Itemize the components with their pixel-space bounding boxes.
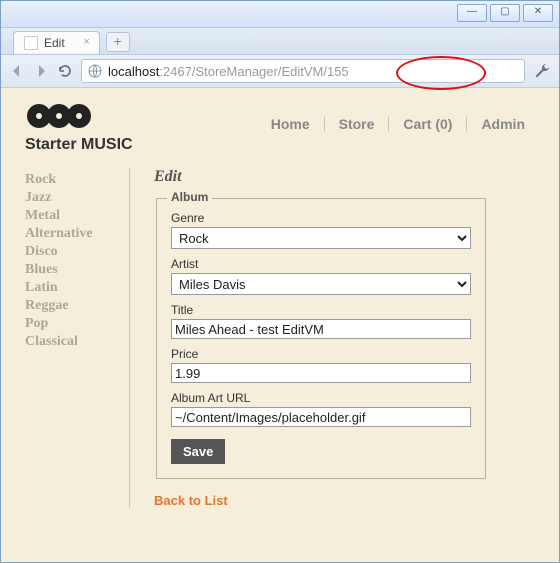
page-title: Edit (154, 168, 539, 186)
top-nav: Home Store Cart (0) Admin (257, 116, 539, 132)
reload-icon[interactable] (57, 63, 73, 79)
artist-label: Artist (171, 257, 471, 271)
forward-icon[interactable] (33, 63, 49, 79)
minimize-button[interactable]: — (457, 4, 487, 22)
arturl-label: Album Art URL (171, 391, 471, 405)
window-controls: — ▢ ✕ (457, 4, 553, 22)
browser-window: — ▢ ✕ Edit × + localhost:2467/StoreManag… (0, 0, 560, 563)
save-button[interactable]: Save (171, 439, 225, 464)
fieldset-legend: Album (167, 190, 212, 204)
price-input[interactable] (171, 363, 471, 383)
artist-select[interactable]: Miles Davis (171, 273, 471, 295)
genre-link[interactable]: Alternative (25, 226, 129, 242)
tab-title: Edit (44, 32, 65, 54)
page-header: Starter MUSIC Home Store Cart (0) Admin (25, 102, 539, 154)
genre-link[interactable]: Jazz (25, 190, 129, 206)
page-body: Starter MUSIC Home Store Cart (0) Admin … (1, 88, 559, 563)
nav-home[interactable]: Home (257, 116, 324, 132)
globe-icon (88, 64, 102, 78)
genre-link[interactable]: Metal (25, 208, 129, 224)
field-price: Price (171, 347, 471, 383)
tab-favicon (24, 36, 38, 50)
url-input[interactable]: localhost:2467/StoreManager/EditVM/155 (81, 59, 525, 83)
maximize-button[interactable]: ▢ (490, 4, 520, 22)
close-button[interactable]: ✕ (523, 4, 553, 22)
genre-link[interactable]: Pop (25, 316, 129, 332)
title-label: Title (171, 303, 471, 317)
sidebar: Rock Jazz Metal Alternative Disco Blues … (25, 168, 130, 508)
field-title: Title (171, 303, 471, 339)
genre-link[interactable]: Classical (25, 334, 129, 350)
nav-admin[interactable]: Admin (466, 116, 539, 132)
album-fieldset: Album Genre Rock Artist Miles Davis (156, 198, 486, 479)
main-content: Edit Album Genre Rock Artist Miles Davis (154, 168, 539, 508)
back-to-list-link[interactable]: Back to List (154, 493, 228, 508)
genre-label: Genre (171, 211, 471, 225)
address-bar: localhost:2467/StoreManager/EditVM/155 (1, 55, 559, 88)
new-tab-button[interactable]: + (106, 32, 130, 52)
genre-link[interactable]: Rock (25, 172, 129, 188)
genre-select[interactable]: Rock (171, 227, 471, 249)
arturl-input[interactable] (171, 407, 471, 427)
annotation-circle (396, 56, 486, 90)
columns: Rock Jazz Metal Alternative Disco Blues … (25, 168, 539, 508)
genre-link[interactable]: Reggae (25, 298, 129, 314)
tab-strip: Edit × + (1, 28, 559, 55)
tab-close-icon[interactable]: × (81, 37, 93, 49)
nav-cart[interactable]: Cart (0) (388, 116, 466, 132)
tab-edit[interactable]: Edit × (13, 31, 100, 54)
brand-name: Starter MUSIC (25, 136, 133, 154)
url-host: localhost (108, 64, 159, 79)
records-icon (25, 102, 95, 130)
genre-link[interactable]: Latin (25, 280, 129, 296)
logo: Starter MUSIC (25, 102, 133, 154)
titlebar: — ▢ ✕ (1, 1, 559, 28)
nav-store[interactable]: Store (324, 116, 389, 132)
title-input[interactable] (171, 319, 471, 339)
genre-link[interactable]: Disco (25, 244, 129, 260)
price-label: Price (171, 347, 471, 361)
field-artist: Artist Miles Davis (171, 257, 471, 295)
back-icon[interactable] (9, 63, 25, 79)
genre-link[interactable]: Blues (25, 262, 129, 278)
field-genre: Genre Rock (171, 211, 471, 249)
field-arturl: Album Art URL (171, 391, 471, 427)
url-path: :2467/StoreManager/EditVM/155 (159, 64, 348, 79)
url-text: localhost:2467/StoreManager/EditVM/155 (108, 64, 349, 79)
wrench-icon[interactable] (533, 62, 551, 80)
